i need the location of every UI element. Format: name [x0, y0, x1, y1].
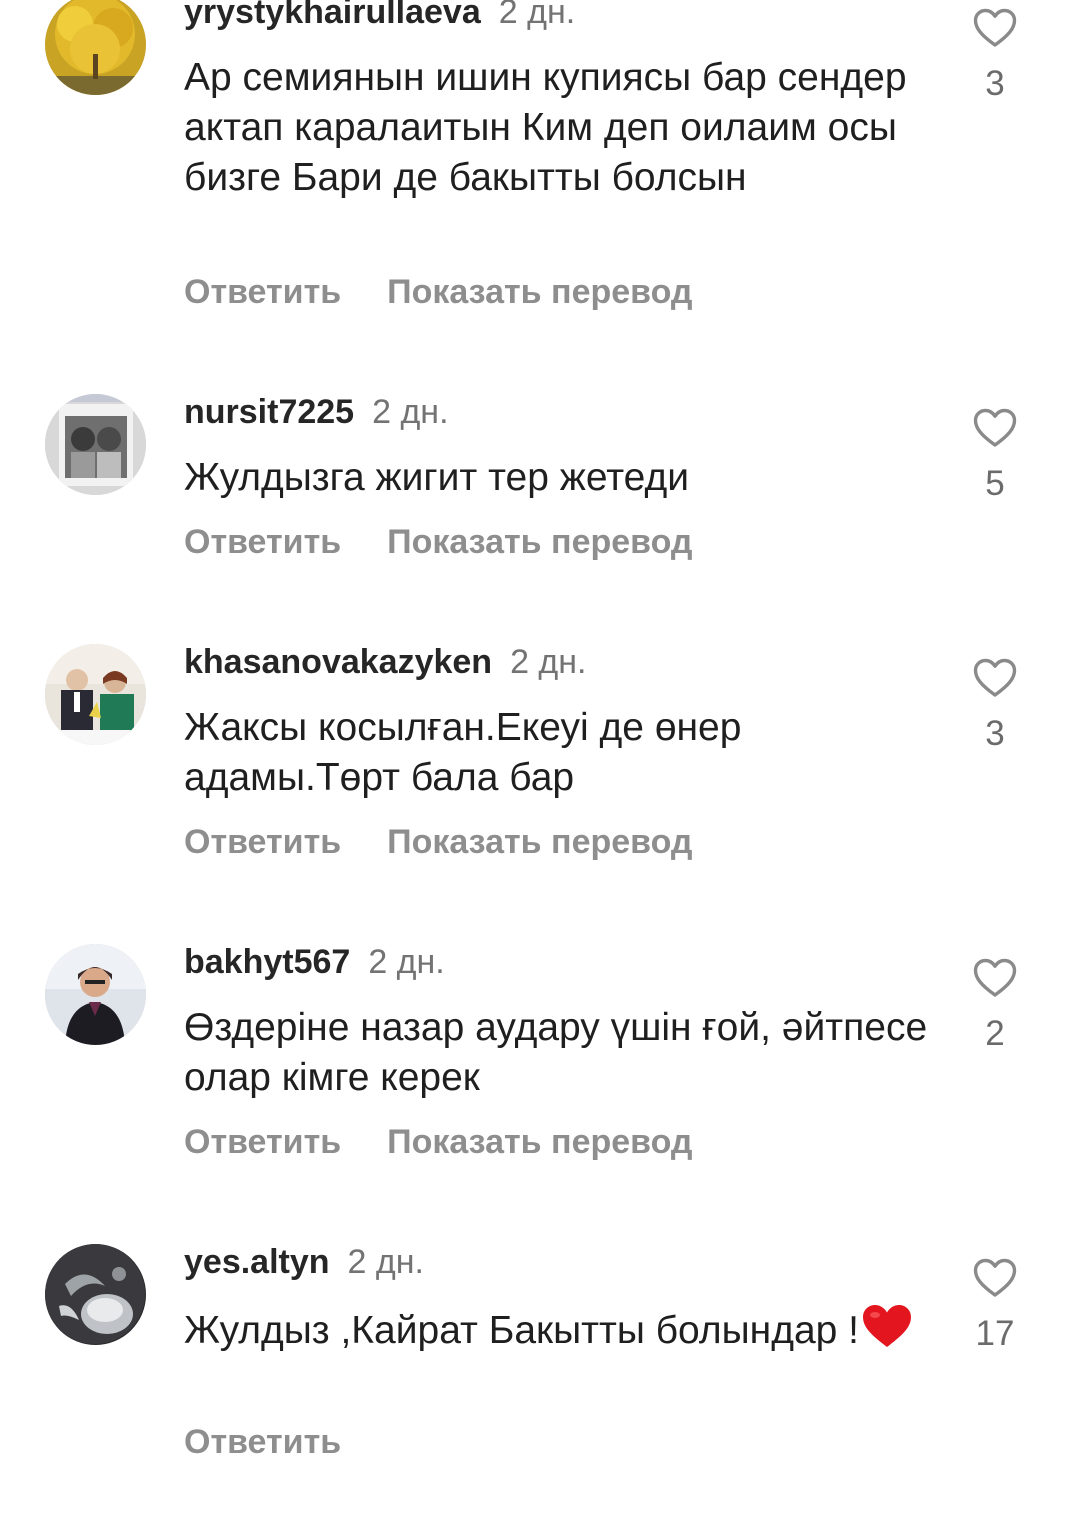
comment-actions: Ответить Показать перевод: [184, 1122, 693, 1162]
comment-text: Өздеріне назар аудару үшін ғой, әйтпесе …: [184, 1006, 928, 1099]
comment-header: khasanovakazyken 2 дн.: [184, 642, 587, 682]
reply-button[interactable]: Ответить: [184, 523, 341, 561]
username[interactable]: yes.altyn: [184, 1243, 330, 1281]
avatar[interactable]: [45, 944, 146, 1045]
like-control: 5: [960, 408, 1030, 504]
timestamp: 2 дн.: [498, 0, 576, 31]
timestamp: 2 дн.: [347, 1243, 424, 1281]
comment-text-content: Жулдыз ,Кайрат Бакытты болындар !: [184, 1309, 859, 1352]
like-control: 17: [960, 1258, 1030, 1354]
like-control: 3: [960, 658, 1030, 754]
show-translation-button[interactable]: Показать перевод: [387, 823, 692, 861]
comment-text: Жулдызга жигит тер жетеди: [184, 456, 690, 499]
username[interactable]: khasanovakazyken: [184, 643, 492, 681]
timestamp: 2 дн.: [368, 943, 445, 981]
heart-outline-icon[interactable]: [973, 8, 1017, 48]
show-translation-button[interactable]: Показать перевод: [387, 273, 692, 311]
show-translation-button[interactable]: Показать перевод: [387, 1123, 692, 1161]
comment-text: Жулдыз ,Кайрат Бакытты болындар !: [184, 1303, 944, 1356]
username[interactable]: yrystykhairullaeva: [184, 0, 481, 31]
avatar[interactable]: [45, 644, 146, 745]
comment-text: Жаксы косылған.Екеуі де өнер адамы.Төрт …: [184, 706, 742, 799]
heart-outline-icon[interactable]: [973, 1258, 1017, 1298]
comment-actions: Ответить Показать перевод: [184, 522, 693, 562]
username[interactable]: bakhyt567: [184, 943, 350, 981]
comment-actions: Ответить Показать перевод: [184, 272, 693, 312]
like-control: 3: [960, 8, 1030, 104]
red-heart-emoji-icon: [863, 1305, 911, 1347]
comment-text: Ар семиянын ишин купиясы бар сендер акта…: [184, 56, 907, 199]
comment-actions: Ответить: [184, 1422, 341, 1462]
like-count: 5: [985, 464, 1005, 503]
show-translation-button[interactable]: Показать перевод: [387, 523, 692, 561]
reply-button[interactable]: Ответить: [184, 1123, 341, 1161]
avatar[interactable]: [45, 0, 146, 95]
comment-header: nursit7225 2 дн.: [184, 392, 449, 432]
reply-button[interactable]: Ответить: [184, 823, 341, 861]
comment-header: yes.altyn 2 дн.: [184, 1242, 424, 1282]
heart-outline-icon[interactable]: [973, 658, 1017, 698]
comment-actions: Ответить Показать перевод: [184, 822, 693, 862]
username[interactable]: nursit7225: [184, 393, 354, 431]
like-count: 2: [985, 1014, 1005, 1053]
comment-header: yrystykhairullaeva 2 дн.: [184, 0, 575, 32]
avatar[interactable]: [45, 1244, 146, 1345]
like-control: 2: [960, 958, 1030, 1054]
reply-button[interactable]: Ответить: [184, 273, 341, 311]
like-count: 17: [975, 1314, 1015, 1353]
like-count: 3: [985, 714, 1005, 753]
like-count: 3: [985, 64, 1005, 103]
avatar[interactable]: [45, 394, 146, 495]
timestamp: 2 дн.: [372, 393, 449, 431]
reply-button[interactable]: Ответить: [184, 1423, 341, 1461]
heart-outline-icon[interactable]: [973, 958, 1017, 998]
timestamp: 2 дн.: [510, 643, 587, 681]
comment-header: bakhyt567 2 дн.: [184, 942, 445, 982]
heart-outline-icon[interactable]: [973, 408, 1017, 448]
